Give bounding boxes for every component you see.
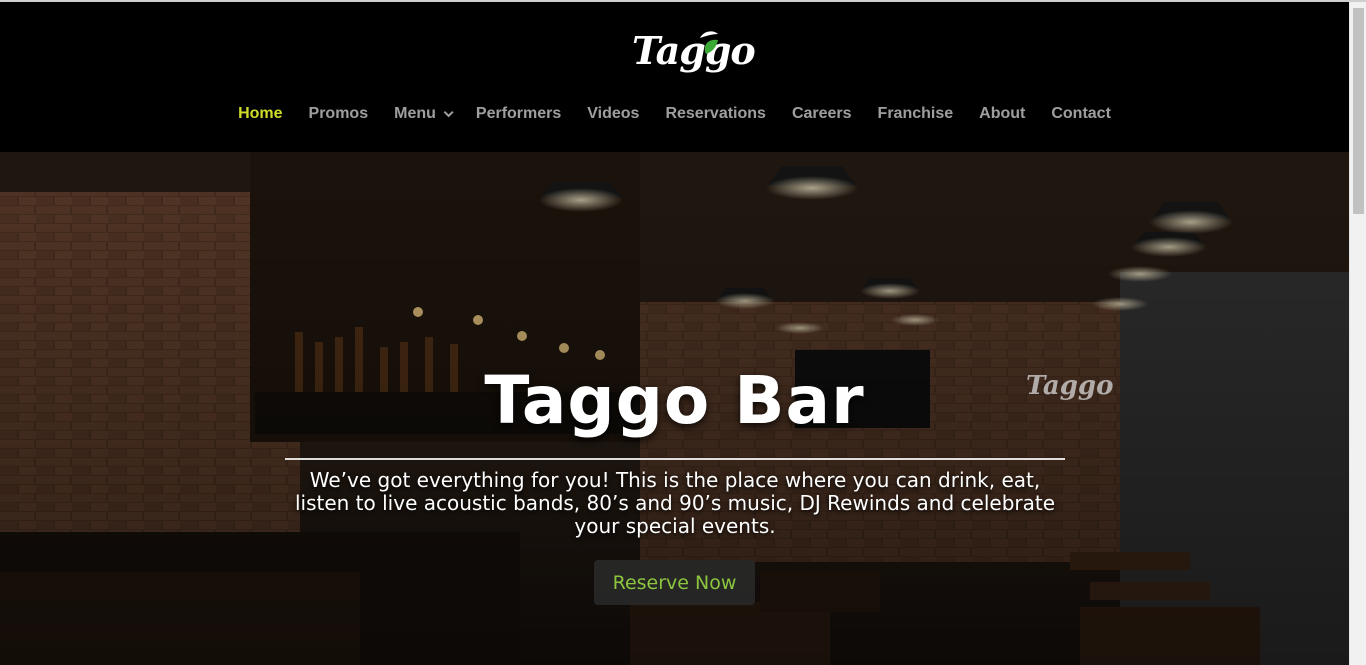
scrollbar-thumb[interactable] xyxy=(1353,8,1364,214)
site-header: Taggo Home Promos Menu Performers Videos… xyxy=(0,2,1349,152)
leaf-icon xyxy=(700,31,718,54)
nav-home[interactable]: Home xyxy=(225,102,295,126)
nav-videos[interactable]: Videos xyxy=(574,102,652,126)
hero-description: We’ve got everything for you! This is th… xyxy=(294,468,1056,538)
page: Taggo Home Promos Menu Performers Videos… xyxy=(0,2,1349,665)
nav-about[interactable]: About xyxy=(966,102,1038,126)
nav-reservations[interactable]: Reservations xyxy=(652,102,779,126)
divider xyxy=(285,458,1065,460)
vertical-scrollbar[interactable] xyxy=(1349,2,1366,665)
nav-promos[interactable]: Promos xyxy=(296,102,382,126)
nav-careers[interactable]: Careers xyxy=(779,102,865,126)
main-nav: Home Promos Menu Performers Videos Reser… xyxy=(0,102,1349,126)
hero-title: Taggo Bar xyxy=(484,362,865,439)
chevron-down-icon xyxy=(443,106,454,117)
reserve-now-button[interactable]: Reserve Now xyxy=(594,560,755,605)
nav-contact[interactable]: Contact xyxy=(1038,102,1124,126)
hero-section: Taggo Taggo Bar We’ve got everything for… xyxy=(0,152,1349,665)
logo-text: Taggo xyxy=(632,28,756,73)
logo[interactable]: Taggo xyxy=(624,26,756,82)
nav-menu[interactable]: Menu xyxy=(381,102,463,126)
nav-performers[interactable]: Performers xyxy=(463,102,574,126)
nav-franchise[interactable]: Franchise xyxy=(865,102,967,126)
